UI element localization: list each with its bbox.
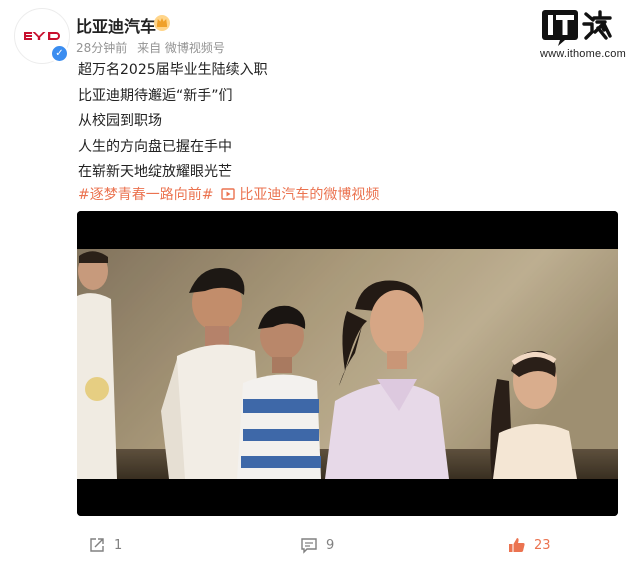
post-time[interactable]: 28分钟前	[76, 41, 127, 55]
thumbs-up-icon	[509, 538, 525, 552]
share-icon	[90, 538, 104, 552]
post-line: 超万名2025届毕业生陆续入职	[78, 62, 268, 78]
post-links: #逐梦青春一路向前# 比亚迪汽车的微博视频	[78, 184, 379, 204]
post-text: 超万名2025届毕业生陆续入职 比亚迪期待邂逅“新手”们 从校园到职场 人生的方…	[78, 58, 268, 186]
topic-tag-link[interactable]: #逐梦青春一路向前#	[78, 187, 213, 203]
like-button[interactable]: 23	[508, 536, 551, 554]
share-button[interactable]: 1	[88, 536, 122, 554]
comment-count: 9	[326, 537, 335, 553]
crown-icon	[154, 15, 170, 31]
ithome-logo-icon	[542, 10, 612, 46]
video-link-icon	[221, 188, 235, 200]
share-count: 1	[114, 537, 123, 553]
comment-icon	[301, 538, 317, 554]
post-meta: 28分钟前 来自 微博视频号	[76, 39, 231, 56]
ithome-url: www.ithome.com	[540, 48, 626, 60]
like-count: 23	[534, 537, 551, 553]
byd-logo-icon	[24, 32, 60, 40]
post-source[interactable]: 来自 微博视频号	[137, 41, 225, 55]
post-line: 比亚迪期待邂逅“新手”们	[78, 87, 233, 104]
video-link[interactable]: 比亚迪汽车的微博视频	[239, 187, 379, 203]
post-line: 从校园到职场	[78, 113, 162, 130]
post-line: 人生的方向盘已握在手中	[78, 138, 232, 155]
action-bar: 1 9 23	[0, 530, 640, 564]
post-line: 在崭新天地绽放耀眼光芒	[78, 164, 232, 181]
author-name[interactable]: 比亚迪汽车	[76, 13, 156, 37]
video-frame-image	[77, 211, 618, 516]
comment-button[interactable]: 9	[300, 536, 334, 554]
verified-badge-icon: ✓	[50, 44, 69, 63]
video-player[interactable]	[77, 211, 618, 516]
